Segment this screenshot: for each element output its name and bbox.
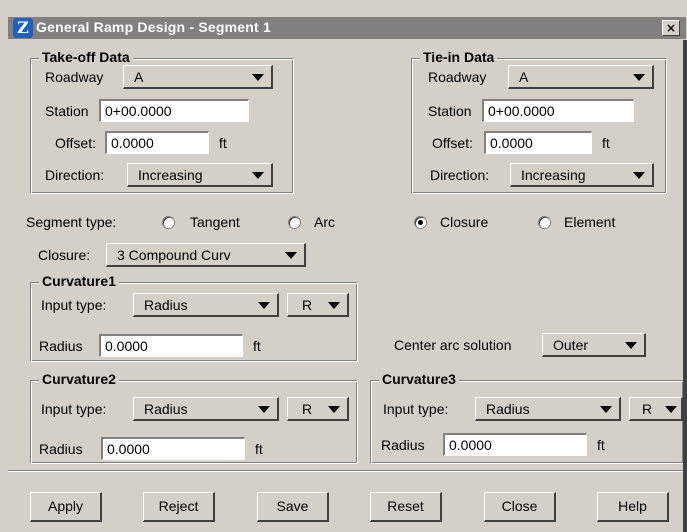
- chevron-down-icon: [625, 342, 637, 349]
- close-button[interactable]: Close: [484, 492, 556, 522]
- save-button[interactable]: Save: [257, 492, 329, 522]
- takeoff-direction-label: Direction:: [45, 167, 105, 183]
- chevron-down-icon: [665, 406, 677, 413]
- segment-option-arc[interactable]: Arc: [314, 214, 335, 230]
- takeoff-roadway-select[interactable]: A: [123, 65, 273, 89]
- takeoff-direction-value: Increasing: [138, 167, 203, 183]
- tiein-roadway-label: Roadway: [428, 69, 487, 85]
- takeoff-roadway-value: A: [134, 69, 144, 85]
- tiein-offset-input[interactable]: 0.0000: [484, 131, 592, 154]
- takeoff-roadway-label: Roadway: [45, 69, 104, 85]
- curvature2-input-type-select[interactable]: Radius: [133, 397, 279, 421]
- curvature3-group-label: Curvature3: [379, 371, 459, 387]
- button-bar-separator: [8, 470, 684, 472]
- chevron-down-icon: [328, 302, 340, 309]
- curvature2-input-type-label: Input type:: [41, 401, 107, 417]
- window-title: General Ramp Design - Segment 1: [36, 19, 271, 35]
- chevron-down-icon: [633, 74, 645, 81]
- chevron-down-icon: [258, 302, 270, 309]
- chevron-down-icon: [258, 406, 270, 413]
- curvature1-input-type-label: Input type:: [41, 297, 107, 313]
- takeoff-data-group: Take-off Data Roadway A Station 0+00.000…: [30, 49, 294, 194]
- close-window-button[interactable]: ×: [662, 20, 680, 36]
- segment-option-closure[interactable]: Closure: [440, 214, 488, 230]
- curvature1-unit-value: R: [302, 297, 313, 313]
- segment-radio-element[interactable]: [538, 216, 551, 229]
- curvature2-unit-select[interactable]: R: [287, 397, 349, 421]
- takeoff-offset-label: Offset:: [55, 135, 96, 151]
- closure-select[interactable]: 3 Compound Curv: [106, 243, 306, 267]
- title-bar[interactable]: Z General Ramp Design - Segment 1 ×: [8, 17, 686, 39]
- takeoff-offset-unit: ft: [219, 135, 227, 151]
- app-logo-icon: Z: [13, 18, 33, 38]
- segment-type-label: Segment type:: [26, 214, 117, 230]
- tiein-station-label: Station: [428, 103, 472, 119]
- tiein-roadway-value: A: [519, 69, 529, 85]
- curvature1-input-type-select[interactable]: Radius: [133, 293, 279, 317]
- curvature3-unit-value: R: [642, 401, 653, 417]
- curvature1-radius-unit: ft: [253, 338, 261, 354]
- curvature2-radius-input[interactable]: 0.0000: [101, 437, 245, 460]
- curvature3-radius-unit: ft: [597, 437, 605, 453]
- curvature3-input-type-select[interactable]: Radius: [475, 397, 621, 421]
- help-button[interactable]: Help: [597, 492, 669, 522]
- curvature2-unit-value: R: [302, 401, 313, 417]
- curvature3-group: Curvature3 Input type: Radius R Radius 0…: [370, 371, 684, 464]
- tiein-offset-label: Offset:: [432, 135, 473, 151]
- curvature1-radius-input[interactable]: 0.0000: [99, 334, 243, 357]
- segment-radio-closure[interactable]: [414, 216, 427, 229]
- takeoff-direction-select[interactable]: Increasing: [127, 163, 273, 187]
- tiein-direction-label: Direction:: [430, 167, 490, 183]
- reset-button[interactable]: Reset: [370, 492, 442, 522]
- curvature2-group-label: Curvature2: [39, 371, 119, 387]
- curvature1-group: Curvature1 Input type: Radius R Radius 0…: [30, 273, 358, 362]
- segment-option-element[interactable]: Element: [564, 214, 615, 230]
- chevron-down-icon: [285, 252, 297, 259]
- closure-label: Closure:: [38, 247, 91, 263]
- tiein-group-label: Tie-in Data: [420, 49, 498, 65]
- chevron-down-icon: [252, 74, 264, 81]
- curvature3-unit-select[interactable]: R: [629, 397, 683, 421]
- tiein-roadway-select[interactable]: A: [508, 65, 654, 89]
- curvature1-input-type-value: Radius: [144, 297, 188, 313]
- chevron-down-icon: [633, 172, 645, 179]
- curvature1-unit-select[interactable]: R: [287, 293, 349, 317]
- closure-value: 3 Compound Curv: [117, 247, 231, 263]
- center-arc-value: Outer: [553, 337, 589, 353]
- segment-radio-tangent[interactable]: [162, 216, 175, 229]
- curvature3-radius-label: Radius: [381, 437, 425, 453]
- tiein-direction-select[interactable]: Increasing: [510, 163, 654, 187]
- tiein-station-input[interactable]: 0+00.0000: [482, 99, 634, 122]
- curvature1-group-label: Curvature1: [39, 273, 119, 289]
- segment-option-tangent[interactable]: Tangent: [190, 214, 240, 230]
- reject-button[interactable]: Reject: [143, 492, 215, 522]
- takeoff-offset-input[interactable]: 0.0000: [105, 131, 209, 154]
- segment-radio-arc[interactable]: [288, 216, 301, 229]
- dialog-window: Z General Ramp Design - Segment 1 × Take…: [0, 0, 687, 532]
- chevron-down-icon: [600, 406, 612, 413]
- takeoff-group-label: Take-off Data: [39, 49, 133, 65]
- curvature3-radius-input[interactable]: 0.0000: [443, 433, 587, 456]
- chevron-down-icon: [252, 172, 264, 179]
- curvature2-radius-label: Radius: [39, 441, 83, 457]
- curvature2-input-type-value: Radius: [144, 401, 188, 417]
- curvature3-input-type-label: Input type:: [383, 401, 449, 417]
- curvature2-group: Curvature2 Input type: Radius R Radius 0…: [30, 371, 358, 464]
- window-right-border: [683, 40, 687, 532]
- tiein-direction-value: Increasing: [521, 167, 586, 183]
- takeoff-station-label: Station: [45, 103, 89, 119]
- tiein-offset-unit: ft: [602, 135, 610, 151]
- center-arc-select[interactable]: Outer: [542, 333, 646, 357]
- apply-button[interactable]: Apply: [30, 492, 102, 522]
- center-arc-label: Center arc solution: [394, 337, 512, 353]
- curvature2-radius-unit: ft: [255, 441, 263, 457]
- tiein-data-group: Tie-in Data Roadway A Station 0+00.0000 …: [411, 49, 667, 194]
- curvature1-radius-label: Radius: [39, 338, 83, 354]
- chevron-down-icon: [328, 406, 340, 413]
- curvature3-input-type-value: Radius: [486, 401, 530, 417]
- takeoff-station-input[interactable]: 0+00.0000: [99, 99, 249, 122]
